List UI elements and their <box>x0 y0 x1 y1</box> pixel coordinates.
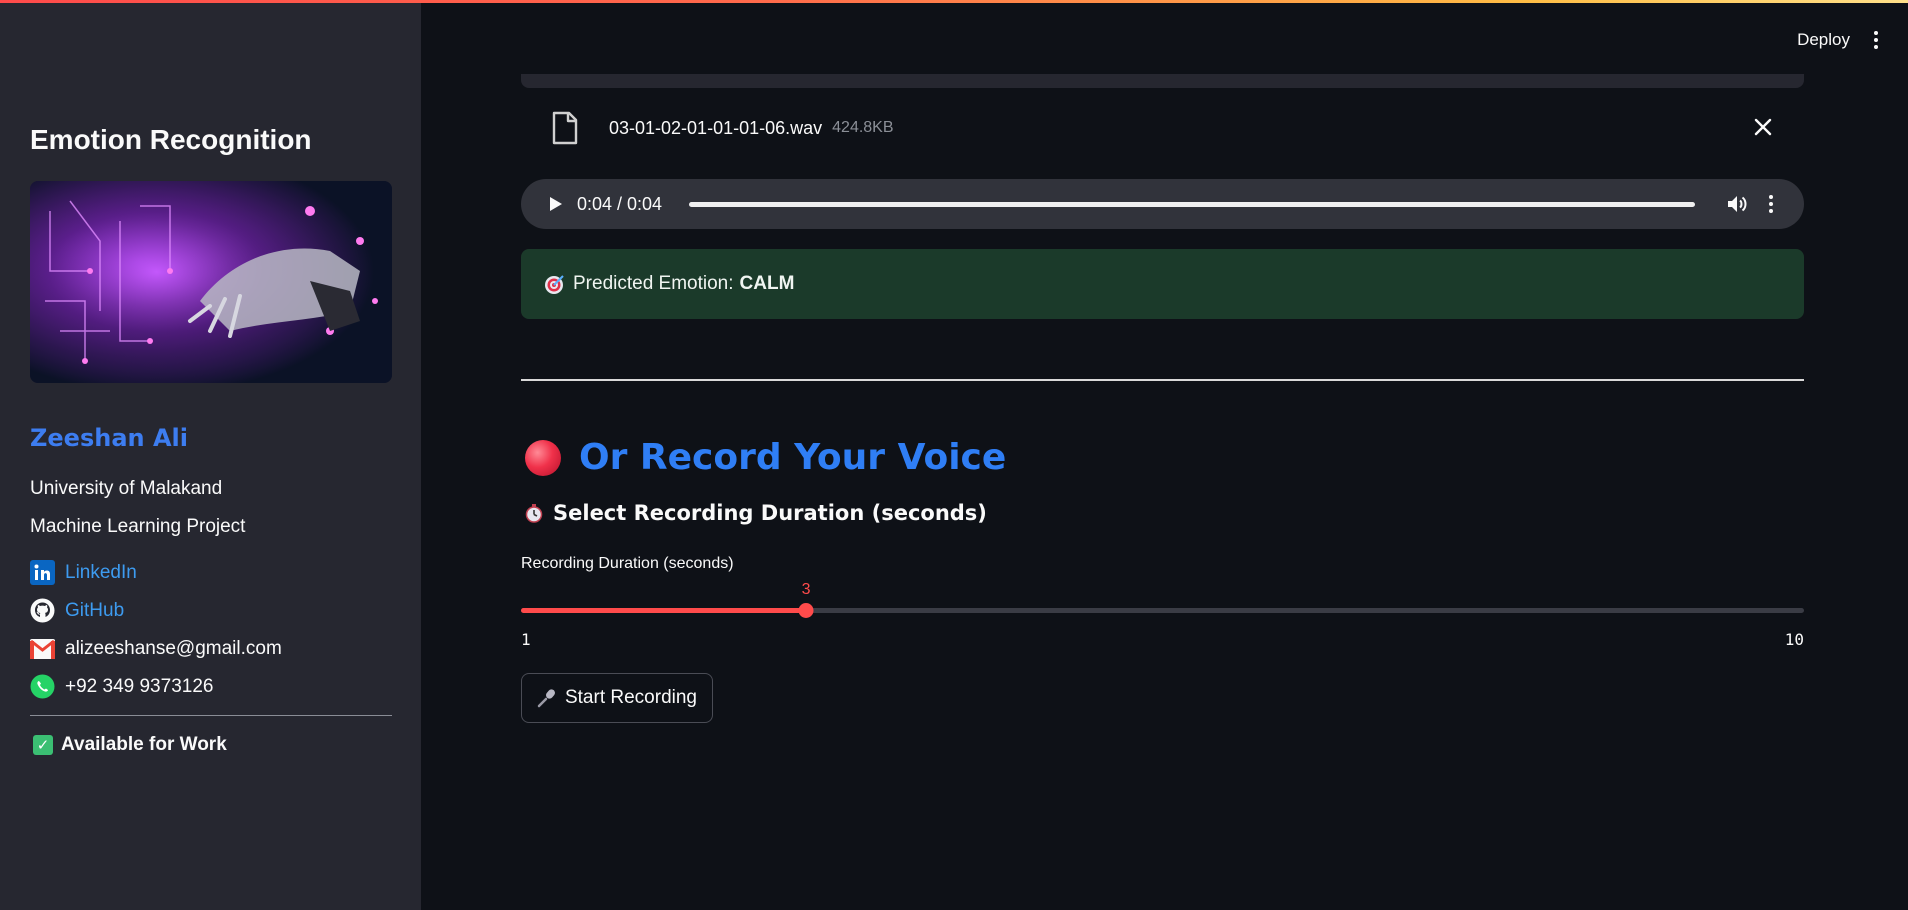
file-name: 03-01-02-01-01-01-06.wav <box>609 117 823 138</box>
slider-min: 1 <box>521 630 531 649</box>
phone-text: +92 349 9373126 <box>65 675 214 697</box>
file-icon <box>552 111 578 145</box>
audio-more-icon[interactable] <box>1769 195 1773 213</box>
email-row: alizeeshanse@gmail.com <box>30 636 282 661</box>
slider-label: Recording Duration (seconds) <box>521 555 734 572</box>
availability-text: Available for Work <box>61 734 227 755</box>
availability-status: ✓ Available for Work <box>33 734 227 756</box>
slider-thumb[interactable] <box>798 603 814 618</box>
start-recording-button[interactable]: Start Recording <box>521 673 713 723</box>
main-content: 03-01-02-01-01-01-06.wav 424.8KB 0:04 / … <box>521 0 1804 910</box>
close-icon[interactable] <box>1750 114 1776 140</box>
audio-progress-bar[interactable] <box>689 201 1695 207</box>
section-divider <box>521 379 1804 381</box>
checkmark-icon: ✓ <box>33 735 53 755</box>
whatsapp-icon <box>30 674 55 699</box>
sidebar-title: Emotion Recognition <box>30 124 312 155</box>
target-icon <box>545 275 564 294</box>
file-size: 424.8KB <box>832 119 894 136</box>
record-heading: Or Record Your Voice <box>525 437 1006 478</box>
header-actions: Deploy <box>1797 30 1878 50</box>
duration-subheading-text: Select Recording Duration (seconds) <box>553 501 987 525</box>
file-uploader-dropzone[interactable] <box>521 74 1804 88</box>
duration-subheading: Select Recording Duration (seconds) <box>525 501 987 525</box>
record-title: Or Record Your Voice <box>579 437 1007 478</box>
linkedin-link[interactable]: LinkedIn <box>65 562 137 584</box>
prediction-alert: Predicted Emotion: CALM <box>521 249 1804 319</box>
red-circle-icon <box>525 439 561 476</box>
start-recording-label: Start Recording <box>564 687 697 708</box>
play-icon[interactable] <box>545 194 565 214</box>
audio-player: 0:04 / 0:04 <box>521 179 1804 229</box>
slider-value: 3 <box>801 581 811 598</box>
author-university: University of Malakand <box>30 478 223 499</box>
uploaded-file: 03-01-02-01-01-01-06.wav 424.8KB <box>551 108 1804 148</box>
top-accent-bar <box>0 0 1908 3</box>
audio-time: 0:04 / 0:04 <box>577 193 663 214</box>
microphone-icon <box>537 689 555 708</box>
slider-fill <box>521 608 807 613</box>
sidebar: Emotion Recognition Zeeshan Ali Universi… <box>0 0 421 910</box>
sidebar-hero-image <box>30 181 392 383</box>
github-link[interactable]: GitHub <box>65 600 124 622</box>
phone-row: +92 349 9373126 <box>30 674 213 699</box>
github-icon <box>30 598 55 623</box>
main-menu-icon[interactable] <box>1874 31 1878 49</box>
duration-slider[interactable] <box>521 603 1804 618</box>
stopwatch-icon <box>525 504 543 523</box>
prediction-label: Predicted Emotion: <box>573 273 734 294</box>
linkedin-row: LinkedIn <box>30 560 137 585</box>
github-row: GitHub <box>30 598 124 623</box>
author-project: Machine Learning Project <box>30 516 246 537</box>
email-text: alizeeshanse@gmail.com <box>65 637 282 659</box>
email-icon <box>30 636 55 661</box>
deploy-button[interactable]: Deploy <box>1797 30 1850 50</box>
slider-max: 10 <box>1784 630 1804 649</box>
volume-icon[interactable] <box>1725 192 1749 216</box>
prediction-value: CALM <box>739 273 795 294</box>
sidebar-divider <box>30 715 392 716</box>
author-name: Zeeshan Ali <box>30 424 188 452</box>
linkedin-icon <box>30 560 55 585</box>
